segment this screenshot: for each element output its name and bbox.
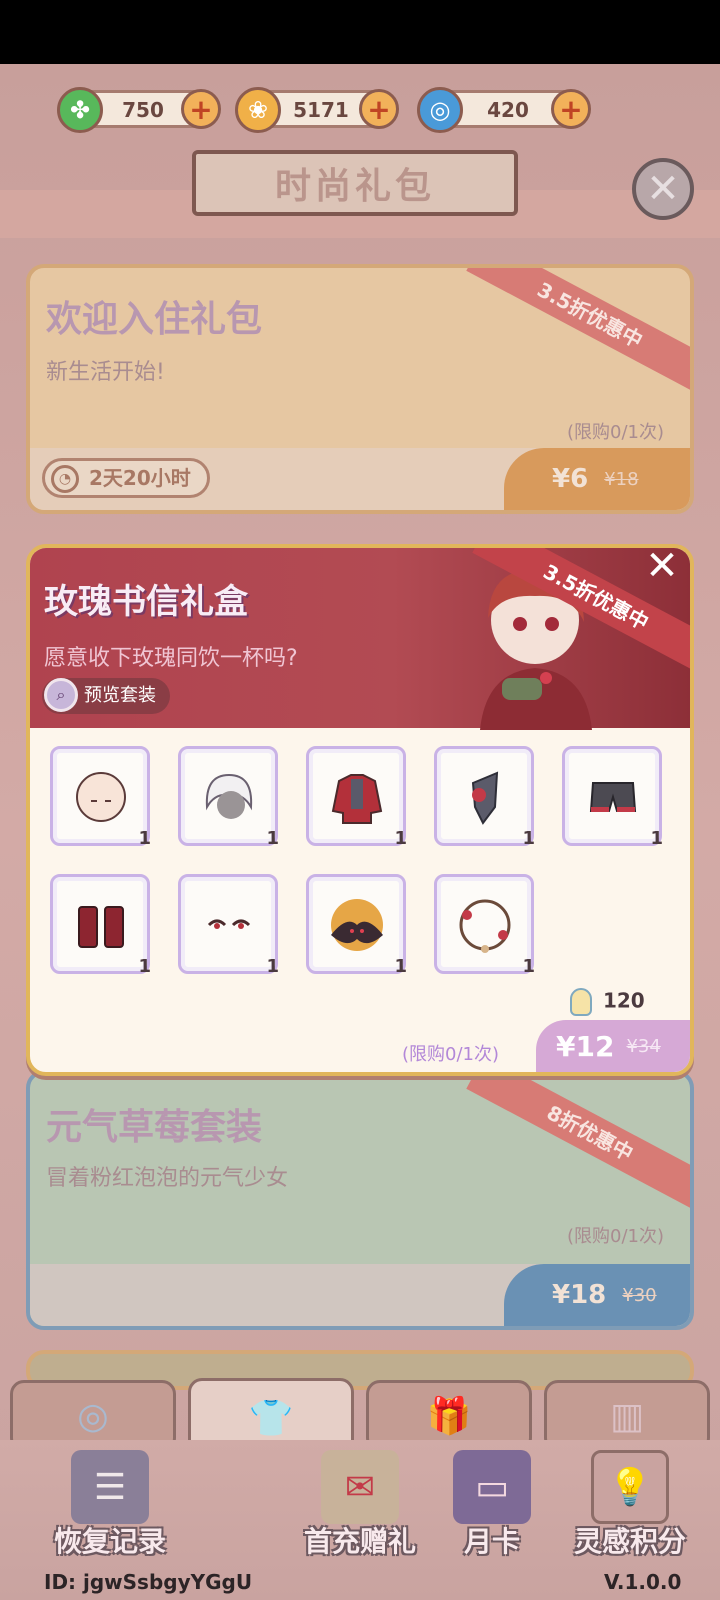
rose-hat-icon: [471, 771, 499, 825]
currency-clover: ✤ 750 +: [57, 87, 221, 133]
nav-restore-label: 恢复记录: [53, 1525, 166, 1558]
swirl-icon: ◎: [77, 1395, 109, 1437]
eyes-icon: [207, 919, 251, 929]
nav-restore-records[interactable]: ☰ 恢复记录: [30, 1450, 190, 1560]
currency-gem-value: 420: [487, 98, 529, 122]
swirl-gem-icon: ◎: [417, 87, 463, 133]
currency-coin: ❀ 5171 +: [235, 87, 399, 133]
shirt-icon: 👕: [248, 1398, 294, 1439]
strawberry-pack-title: 元气草莓套装: [46, 1107, 263, 1148]
popup-old-price: ¥34: [626, 1035, 661, 1057]
strawberry-purchase-limit: (限购0/1次): [566, 1226, 664, 1247]
page-title: 时尚礼包: [192, 150, 518, 216]
red-jacket-icon: [331, 774, 383, 824]
item-count: 1: [394, 956, 407, 977]
bulb-icon: [570, 988, 592, 1016]
item-slot[interactable]: 1: [178, 746, 279, 849]
item-slot[interactable]: 1: [434, 874, 535, 977]
welcome-timer-text: 2天20小时: [89, 466, 191, 490]
user-id: ID: jgwSsbgyYGgU: [44, 1570, 253, 1594]
popup-purchase-limit: (限购0/1次): [402, 1044, 500, 1065]
card-icon: ▭: [453, 1450, 531, 1524]
status-bar: [0, 0, 720, 64]
item-count: 1: [650, 828, 663, 849]
inspiration-points-value: 120: [602, 988, 645, 1013]
item-count: 1: [266, 828, 279, 849]
welcome-buy-button[interactable]: ¥6 ¥18: [504, 448, 690, 510]
white-hair-icon: [205, 773, 253, 819]
boots-icon: [78, 906, 124, 948]
add-clover-button[interactable]: +: [181, 89, 221, 129]
item-count: 1: [138, 828, 151, 849]
popup-price: ¥12: [556, 1029, 615, 1063]
rose-gift-popup: 玫瑰书信礼盒 愿意收下玫瑰同饮一杯吗? ⌕ 预览套装 3.5折优惠中 ✕ 1 1…: [26, 544, 694, 1076]
welcome-price: ¥6: [552, 464, 589, 494]
face-base-icon: [76, 772, 126, 822]
item-slot[interactable]: 1: [434, 746, 535, 849]
shorts-icon: [589, 782, 637, 812]
item-slot[interactable]: 1: [178, 874, 279, 977]
scroll-icon: ▥: [609, 1395, 644, 1437]
item-slot[interactable]: 1: [50, 874, 151, 977]
item-slot[interactable]: 1: [562, 746, 663, 849]
item-slot[interactable]: 1: [306, 746, 407, 849]
currency-coin-value: 5171: [293, 98, 349, 122]
item-count: 1: [522, 956, 535, 977]
clock-icon: ◔: [51, 465, 79, 493]
rose-wreath-frame-icon: [459, 899, 511, 953]
popup-buy-button[interactable]: ¥12 ¥34: [536, 1020, 690, 1072]
nav-inspiration-label: 灵感积分: [573, 1525, 686, 1558]
nav-monthly-card-label: 月卡: [463, 1525, 520, 1558]
welcome-pack-title: 欢迎入住礼包: [46, 299, 263, 340]
item-count: 1: [138, 956, 151, 977]
strawberry-pack-subtitle: 冒着粉红泡泡的元气少女: [46, 1166, 289, 1191]
clover-icon: ✤: [57, 87, 103, 133]
strawberry-discount-ribbon: 8折优惠中: [466, 1074, 690, 1211]
welcome-timer: ◔ 2天20小时: [42, 458, 210, 498]
close-button[interactable]: ✕: [632, 158, 694, 220]
add-gem-button[interactable]: +: [551, 89, 591, 129]
welcome-purchase-limit: (限购0/1次): [566, 422, 664, 443]
app-version: V.1.0.0: [604, 1570, 682, 1594]
welcome-pack-subtitle: 新生活开始!: [46, 360, 165, 385]
item-count: 1: [522, 828, 535, 849]
category-tabs: ◎ 👕 🎁 ▥: [0, 1378, 720, 1458]
item-slot[interactable]: 1: [50, 746, 151, 849]
add-coin-button[interactable]: +: [359, 89, 399, 129]
popup-close-icon[interactable]: ✕: [642, 548, 682, 586]
magnifier-icon: ⌕: [44, 678, 78, 712]
currency-gem: ◎ 420 +: [417, 87, 591, 133]
preview-outfit-button[interactable]: ⌕ 预览套装: [42, 678, 170, 714]
popup-subtitle: 愿意收下玫瑰同饮一杯吗?: [44, 646, 298, 671]
bat-backdrop-icon: [331, 899, 383, 951]
strawberry-pack-card[interactable]: 元气草莓套装 冒着粉红泡泡的元气少女 8折优惠中 (限购0/1次) ¥18 ¥3…: [26, 1070, 694, 1330]
currency-clover-value: 750: [122, 98, 164, 122]
gift-icon: 🎁: [426, 1396, 472, 1437]
popup-title: 玫瑰书信礼盒: [44, 582, 248, 622]
item-count: 1: [266, 956, 279, 977]
strawberry-buy-button[interactable]: ¥18 ¥30: [504, 1264, 690, 1326]
envelope-icon: ✉: [321, 1450, 399, 1524]
preview-outfit-label: 预览套装: [84, 685, 156, 706]
welcome-pack-card[interactable]: 欢迎入住礼包 新生活开始! 3.5折优惠中 (限购0/1次) ◔ 2天20小时 …: [26, 264, 694, 514]
strawberry-old-price: ¥30: [622, 1284, 657, 1306]
clipboard-icon: ☰: [71, 1450, 149, 1524]
item-count: 1: [394, 828, 407, 849]
bulb-icon: 💡: [591, 1450, 669, 1524]
item-slot[interactable]: 1: [306, 874, 407, 977]
coin-icon: ❀: [235, 87, 281, 133]
nav-inspiration-points[interactable]: 💡 灵感积分: [550, 1450, 710, 1560]
strawberry-price: ¥18: [552, 1280, 607, 1310]
welcome-old-price: ¥18: [604, 468, 639, 490]
nav-monthly-card[interactable]: ▭ 月卡: [412, 1450, 572, 1560]
inspiration-points: 120: [570, 988, 645, 1016]
welcome-discount-ribbon: 3.5折优惠中: [466, 268, 690, 393]
